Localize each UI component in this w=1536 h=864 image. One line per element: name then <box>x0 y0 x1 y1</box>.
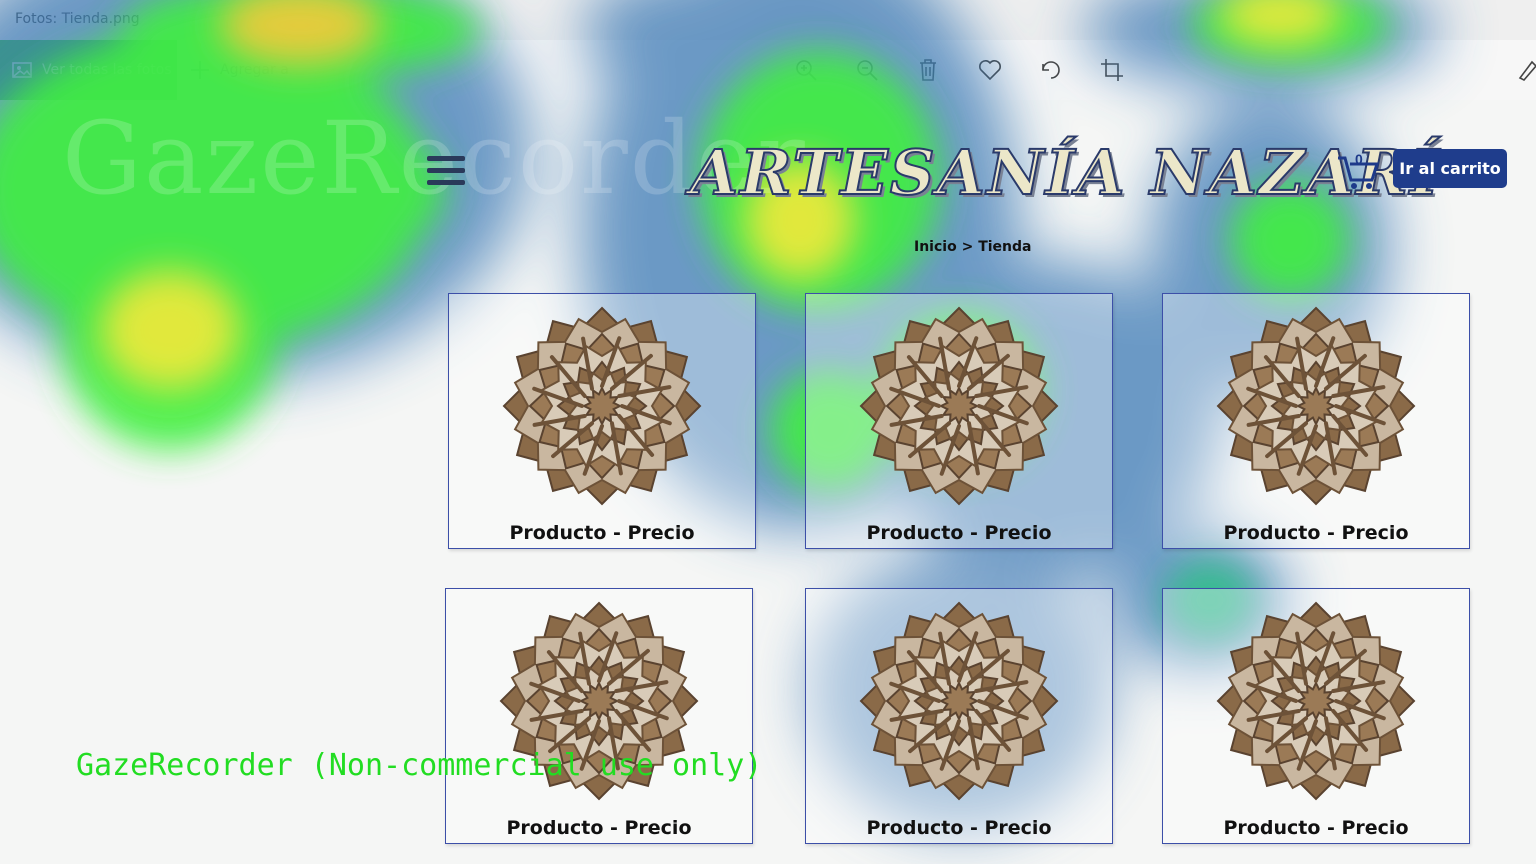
photo-icon <box>12 62 32 78</box>
go-to-cart-button[interactable]: Ir al carrito <box>1393 149 1507 188</box>
gazerecorder-watermark: GazeRecorder (Non-commercial use only) <box>76 748 763 783</box>
product-card[interactable]: Producto - Precio <box>805 293 1113 549</box>
product-card[interactable]: Producto - Precio <box>1162 588 1470 844</box>
product-caption: Producto - Precio <box>1223 817 1409 839</box>
product-image-star-tile <box>859 601 1059 801</box>
product-caption: Producto - Precio <box>866 817 1052 839</box>
heart-icon[interactable] <box>978 58 1002 82</box>
photos-toolbar: Ver todas las fotos Agregar a <box>0 40 1536 100</box>
breadcrumb: Inicio > Tienda <box>914 239 1031 255</box>
product-card[interactable]: Producto - Precio <box>805 588 1113 844</box>
product-image-star-tile <box>502 306 702 506</box>
breadcrumb-home-link[interactable]: Inicio <box>914 239 957 255</box>
breadcrumb-current: Tienda <box>978 239 1032 255</box>
product-image-star-tile <box>859 306 1059 506</box>
photos-app-window: Fotos: Tienda.png Ver todas las fotos Ag… <box>0 0 1536 864</box>
cart-count-badge: 0 <box>1355 151 1363 167</box>
rotate-icon[interactable] <box>1039 58 1063 82</box>
site-brand-title[interactable]: ARTESANÍA NAZARÍ <box>689 135 1440 212</box>
view-all-photos-button[interactable]: Ver todas las fotos <box>0 40 177 100</box>
plus-icon <box>191 61 209 79</box>
add-to-label: Agregar a <box>220 62 289 78</box>
product-card[interactable]: Producto - Precio <box>1162 293 1470 549</box>
product-caption: Producto - Precio <box>506 817 692 839</box>
crop-icon[interactable] <box>1100 58 1124 82</box>
product-caption: Producto - Precio <box>509 522 695 544</box>
edit-icon[interactable] <box>1516 58 1536 82</box>
window-title: Fotos: Tienda.png <box>15 11 140 27</box>
breadcrumb-separator: > <box>956 239 979 255</box>
product-caption: Producto - Precio <box>866 522 1052 544</box>
hamburger-menu-icon[interactable] <box>427 156 465 196</box>
view-all-photos-label: Ver todas las fotos <box>42 62 172 78</box>
add-to-button[interactable]: Agregar a <box>190 40 289 100</box>
product-card[interactable]: Producto - Precio <box>448 293 756 549</box>
title-bar: Fotos: Tienda.png <box>0 0 1536 40</box>
product-image-star-tile <box>1216 601 1416 801</box>
trash-icon[interactable] <box>916 58 940 82</box>
zoom-out-icon[interactable] <box>855 58 879 82</box>
zoom-in-icon[interactable] <box>794 58 818 82</box>
product-card[interactable]: Producto - Precio <box>445 588 753 844</box>
product-caption: Producto - Precio <box>1223 522 1409 544</box>
product-image-star-tile <box>1216 306 1416 506</box>
